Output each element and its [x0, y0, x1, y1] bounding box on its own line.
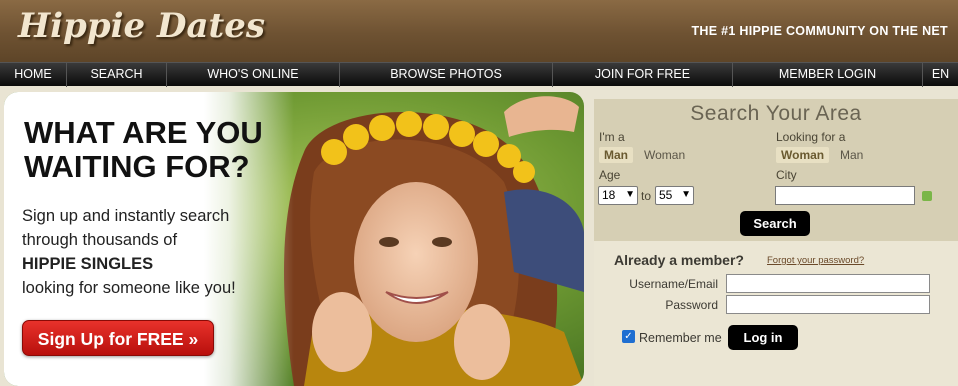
password-label: Password	[665, 298, 718, 312]
hero-title-line1: WHAT ARE YOU	[24, 115, 263, 150]
hero-banner: WHAT ARE YOU WAITING FOR? Sign up and in…	[4, 92, 584, 386]
im-a-option-man[interactable]: Man	[599, 147, 633, 163]
looking-option-man[interactable]: Man	[835, 147, 868, 163]
nav-member-login[interactable]: MEMBER LOGIN	[733, 63, 923, 87]
nav-whos-online[interactable]: WHO'S ONLINE	[167, 63, 340, 87]
chevron-down-icon: ▼	[625, 189, 635, 200]
age-min-value: 18	[602, 188, 616, 202]
remember-me-label: Remember me	[639, 331, 722, 345]
hero-title: WHAT ARE YOU WAITING FOR?	[24, 116, 304, 184]
username-label: Username/Email	[629, 277, 718, 291]
city-input[interactable]	[775, 186, 915, 205]
age-to-label: to	[641, 189, 652, 203]
nav-join-for-free[interactable]: JOIN FOR FREE	[553, 63, 733, 87]
age-max-value: 55	[659, 188, 673, 202]
hero-text-highlight: HIPPIE SINGLES	[22, 255, 154, 273]
age-max-select[interactable]: 55 ▼	[655, 186, 694, 205]
city-label: City	[776, 168, 797, 182]
hero-text-line2: through thousands of	[22, 231, 178, 249]
forgot-password-link[interactable]: Forgot your password?	[767, 255, 864, 266]
nav-home[interactable]: HOME	[0, 63, 67, 87]
im-a-label: I'm a	[599, 130, 625, 144]
hero-title-line2: WAITING FOR?	[24, 149, 250, 184]
city-ok-icon	[922, 191, 932, 201]
search-panel-title: Search Your Area	[690, 102, 862, 125]
login-button[interactable]: Log in	[728, 325, 798, 350]
looking-option-woman[interactable]: Woman	[776, 147, 830, 163]
username-input[interactable]	[726, 274, 930, 293]
remember-me-checkbox[interactable]: ✓	[622, 330, 635, 343]
signup-free-button[interactable]: Sign Up for FREE »	[22, 320, 214, 356]
nav-browse-photos[interactable]: BROWSE PHOTOS	[340, 63, 553, 87]
site-tagline: THE #1 HIPPIE COMMUNITY ON THE NET	[691, 24, 948, 38]
age-label: Age	[599, 168, 621, 182]
already-member-heading: Already a member?	[614, 252, 744, 268]
site-header: Hippie Dates THE #1 HIPPIE COMMUNITY ON …	[0, 0, 958, 62]
password-input[interactable]	[726, 295, 930, 314]
search-area-panel: Search Your Area I'm a Man Woman Looking…	[594, 99, 958, 241]
hero-text-line4: looking for someone like you!	[22, 279, 236, 297]
nav-search[interactable]: SEARCH	[67, 63, 167, 87]
search-button[interactable]: Search	[740, 211, 810, 236]
member-login-panel: Already a member? Forgot your password? …	[594, 241, 958, 386]
main-nav: HOME SEARCH WHO'S ONLINE BROWSE PHOTOS J…	[0, 62, 958, 87]
im-a-option-woman[interactable]: Woman	[639, 147, 690, 163]
hero-text-bold: HIPPIE SINGLES	[22, 252, 262, 276]
hero-description: Sign up and instantly search through tho…	[22, 204, 262, 300]
age-min-select[interactable]: 18 ▼	[598, 186, 638, 205]
nav-language[interactable]: EN	[923, 63, 958, 87]
looking-for-label: Looking for a	[776, 130, 846, 144]
site-logo[interactable]: Hippie Dates	[18, 6, 265, 46]
hero-text-line1: Sign up and instantly search	[22, 207, 230, 225]
chevron-down-icon: ▼	[681, 189, 691, 200]
